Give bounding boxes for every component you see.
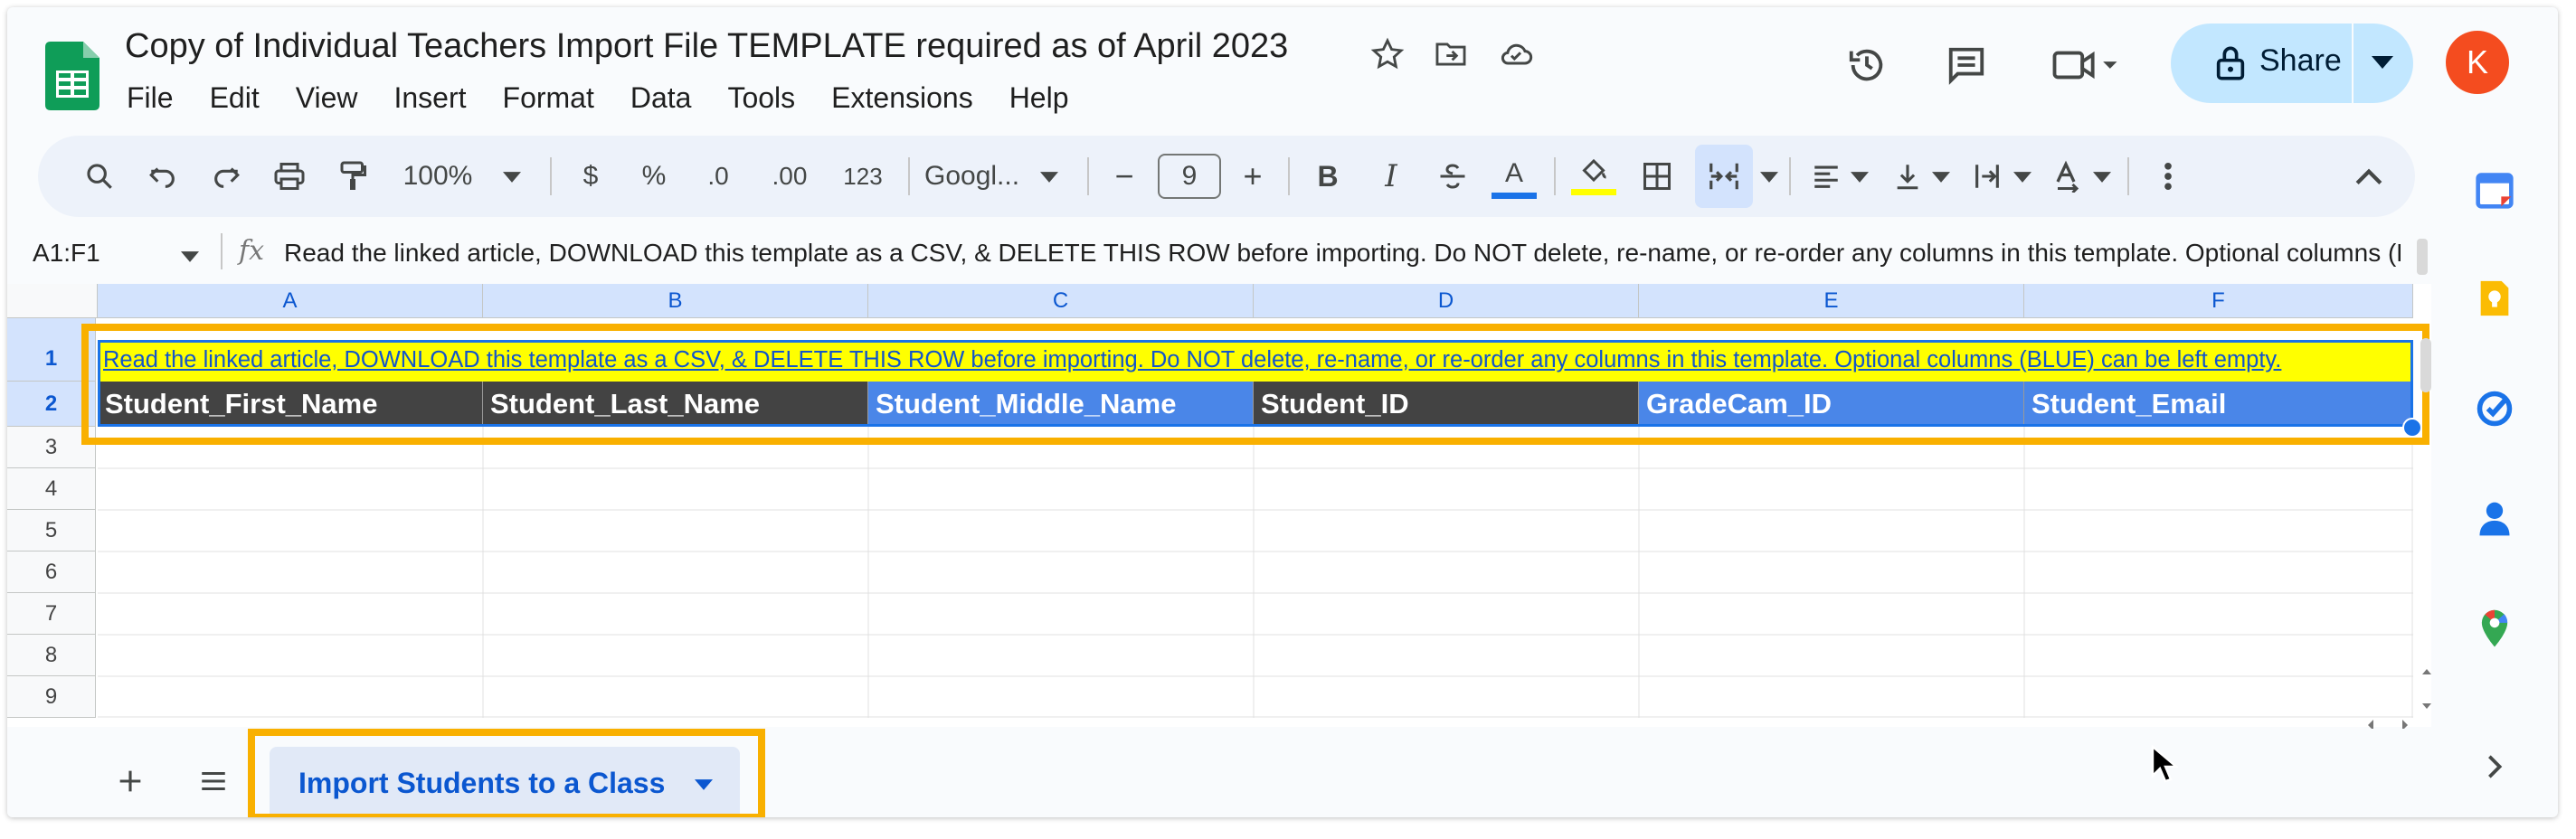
menu-format[interactable]: Format (503, 81, 594, 115)
text-rotation-icon[interactable] (2046, 136, 2091, 217)
side-panel (2431, 130, 2558, 817)
share-dropdown-icon[interactable] (2372, 56, 2393, 71)
spreadsheet-grid: A B C D E F 1 2 3 4 5 6 7 8 9 Read the l… (7, 284, 2431, 727)
fx-icon: fx (239, 235, 265, 267)
mouse-cursor-icon (2151, 745, 2178, 783)
select-all-corner[interactable] (7, 284, 98, 318)
document-title[interactable]: Copy of Individual Teachers Import File … (125, 27, 1288, 66)
menu-insert[interactable]: Insert (393, 81, 466, 115)
merge-dropdown-icon[interactable] (1760, 172, 1778, 183)
row-header-8[interactable]: 8 (7, 635, 96, 676)
row-header-7[interactable]: 7 (7, 593, 96, 635)
star-icon[interactable] (1364, 31, 1411, 78)
formula-input[interactable]: Read the linked article, DOWNLOAD this t… (284, 239, 2401, 268)
toolbar: 100% $ % .0 .00 123 Googl... − 9 + B I A (38, 136, 2415, 217)
strikethrough-icon[interactable] (1427, 136, 1478, 217)
cloud-saved-icon[interactable] (1492, 31, 1539, 78)
name-box-dropdown-icon[interactable] (181, 251, 199, 262)
fill-color-swatch (1571, 188, 1616, 195)
move-folder-icon[interactable] (1427, 31, 1474, 78)
zoom-dropdown-icon[interactable] (503, 172, 521, 183)
calendar-icon[interactable] (2471, 166, 2518, 213)
print-icon[interactable] (264, 136, 315, 217)
row-header-4[interactable]: 4 (7, 468, 96, 510)
version-history-icon[interactable] (1843, 42, 1890, 89)
text-wrapping-icon[interactable] (1965, 136, 2010, 217)
font-size-input[interactable]: 9 (1158, 136, 1221, 217)
share-button[interactable]: Share (2171, 24, 2413, 103)
contacts-icon[interactable] (2471, 495, 2518, 542)
sheets-logo-icon[interactable] (45, 42, 99, 110)
add-sheet-icon[interactable] (107, 758, 154, 805)
more-formats-button[interactable]: 123 (830, 136, 895, 217)
avatar[interactable]: K (2446, 31, 2509, 94)
halign-dropdown-icon[interactable] (1851, 172, 1869, 183)
text-color-button[interactable]: A (1489, 136, 1539, 217)
column-header-f[interactable]: F (2024, 284, 2413, 318)
formula-scrollbar[interactable] (2417, 239, 2428, 275)
comments-icon[interactable] (1943, 42, 1990, 89)
rotation-dropdown-icon[interactable] (2093, 172, 2111, 183)
increase-decimal-button[interactable]: .00 (758, 136, 821, 217)
keep-icon[interactable] (2471, 275, 2518, 322)
row-header-6[interactable]: 6 (7, 551, 96, 593)
bold-button[interactable]: B (1302, 136, 1353, 217)
wrap-dropdown-icon[interactable] (2013, 172, 2031, 183)
column-header-e[interactable]: E (1639, 284, 2024, 318)
menu-view[interactable]: View (296, 81, 358, 115)
row-header-5[interactable]: 5 (7, 510, 96, 551)
vertical-scrollbar-thumb[interactable] (2420, 338, 2431, 392)
text-color-swatch (1492, 192, 1537, 199)
row-header-9[interactable]: 9 (7, 676, 96, 718)
menu-file[interactable]: File (127, 81, 174, 115)
column-header-d[interactable]: D (1254, 284, 1639, 318)
all-sheets-icon[interactable] (190, 758, 237, 805)
share-label: Share (2259, 43, 2342, 78)
tasks-icon[interactable] (2471, 385, 2518, 432)
merge-cells-icon[interactable] (1695, 145, 1753, 208)
maps-icon[interactable] (2471, 606, 2518, 653)
redo-icon[interactable] (201, 136, 251, 217)
more-options-icon[interactable] (2145, 136, 2191, 217)
expand-side-panel-icon[interactable] (2471, 743, 2518, 790)
format-currency-button[interactable]: $ (568, 136, 613, 217)
valign-dropdown-icon[interactable] (1932, 172, 1950, 183)
column-header-a[interactable]: A (98, 284, 483, 318)
column-header-c[interactable]: C (868, 284, 1254, 318)
menu-bar: File Edit View Insert Format Data Tools … (127, 81, 1105, 115)
fill-color-icon[interactable] (1568, 136, 1619, 217)
highlight-rows-box (81, 324, 2429, 445)
decrease-decimal-button[interactable]: .0 (691, 136, 745, 217)
menu-tools[interactable]: Tools (727, 81, 795, 115)
menu-edit[interactable]: Edit (210, 81, 260, 115)
font-size-value[interactable]: 9 (1158, 154, 1221, 199)
vertical-align-icon[interactable] (1885, 136, 1930, 217)
borders-icon[interactable] (1632, 136, 1682, 217)
menu-help[interactable]: Help (1009, 81, 1069, 115)
lock-icon (2216, 46, 2245, 80)
italic-button[interactable]: I (1366, 136, 1416, 217)
highlight-tab-box (248, 729, 765, 817)
collapse-toolbar-icon[interactable] (2346, 136, 2391, 217)
column-header-b[interactable]: B (483, 284, 868, 318)
format-percent-button[interactable]: % (631, 136, 677, 217)
font-dropdown-icon[interactable] (1040, 172, 1058, 183)
menu-data[interactable]: Data (630, 81, 692, 115)
app-window: Copy of Individual Teachers Import File … (7, 7, 2558, 817)
meet-video-icon[interactable] (2050, 42, 2122, 89)
zoom-select[interactable]: 100% (394, 136, 481, 217)
undo-icon[interactable] (137, 136, 188, 217)
menu-extensions[interactable]: Extensions (831, 81, 973, 115)
horizontal-align-icon[interactable] (1804, 136, 1849, 217)
font-size-increase-button[interactable]: + (1230, 136, 1275, 217)
font-size-decrease-button[interactable]: − (1102, 136, 1147, 217)
font-select[interactable]: Googl... (924, 136, 1042, 217)
empty-cells[interactable] (98, 427, 2413, 718)
sheet-tab-bar: Import Students to a Class (7, 729, 2431, 817)
paint-format-icon[interactable] (327, 136, 378, 217)
name-box[interactable]: A1:F1 (33, 239, 100, 268)
text-color-letter: A (1504, 157, 1523, 188)
search-menus-icon[interactable] (74, 136, 125, 217)
